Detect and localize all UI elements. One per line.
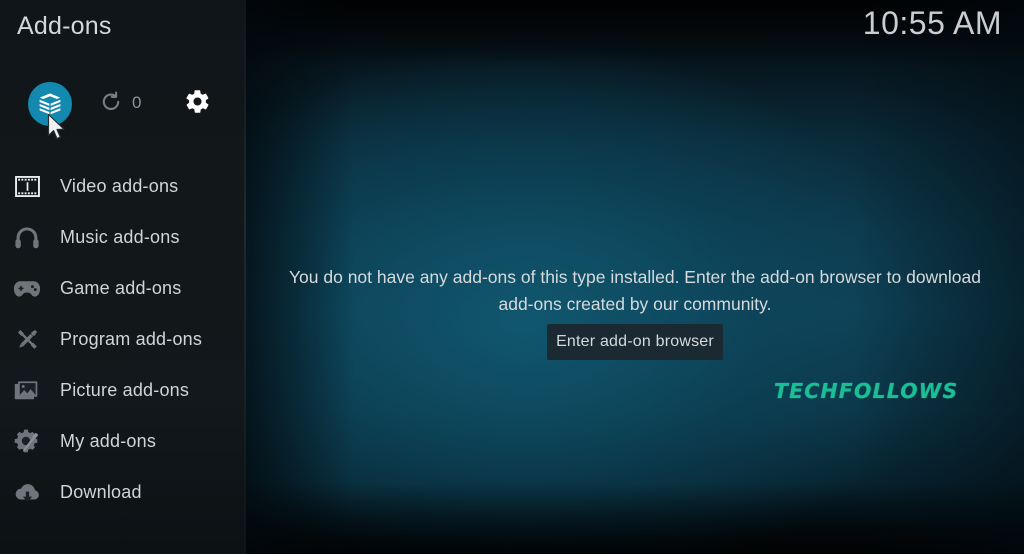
empty-state-message: You do not have any add-ons of this type… — [288, 267, 982, 314]
addon-box-icon — [37, 91, 63, 117]
sidebar-item-download[interactable]: Download — [0, 467, 246, 518]
gear-icon — [184, 88, 211, 120]
watermark-label: TECHFOLLOWS — [774, 379, 959, 403]
sidebar-item-my-add-ons[interactable]: My add-ons — [0, 416, 246, 467]
sidebar-item-game-add-ons[interactable]: Game add-ons — [0, 263, 246, 314]
sidebar-item-music-add-ons[interactable]: Music add-ons — [0, 212, 246, 263]
sidebar-item-label: Music add-ons — [60, 227, 180, 247]
refresh-icon — [99, 90, 123, 119]
sidebar-item-video-add-ons[interactable]: Video add-ons — [0, 161, 246, 212]
sidebar-item-label: My add-ons — [60, 431, 157, 451]
sidebar-item-label: Video add-ons — [60, 176, 179, 196]
update-count-badge: 0 — [132, 93, 142, 112]
settings-button[interactable] — [182, 89, 212, 119]
clock-label: 10:55 AM — [862, 5, 1002, 41]
sidebar-menu: Video add-ons Music add-ons Game add-ons… — [0, 161, 246, 518]
picture-frame-icon — [12, 376, 42, 406]
enter-addon-browser-button[interactable]: Enter add-on browser — [547, 324, 723, 360]
headphones-icon — [12, 223, 42, 253]
page-title: Add-ons — [17, 12, 112, 40]
sidebar-item-program-add-ons[interactable]: Program add-ons — [0, 314, 246, 365]
sidebar-item-label: Program add-ons — [60, 329, 203, 349]
gear-screwdriver-icon — [12, 427, 42, 457]
sidebar-item-label: Game add-ons — [60, 278, 182, 298]
cloud-download-icon — [12, 478, 42, 508]
sidebar-item-label: Download — [60, 482, 142, 502]
sidebar-item-label: Picture add-ons — [60, 380, 190, 400]
kodi-addons-screen: Add-ons 10:55 AM 0 Video add-ons Music a… — [0, 0, 1024, 554]
film-strip-icon — [12, 172, 42, 202]
addon-browser-button[interactable] — [28, 82, 72, 126]
sidebar-item-picture-add-ons[interactable]: Picture add-ons — [0, 365, 246, 416]
tools-crossed-icon — [12, 325, 42, 355]
refresh-updates-button[interactable] — [98, 91, 124, 117]
gamepad-icon — [12, 274, 42, 304]
